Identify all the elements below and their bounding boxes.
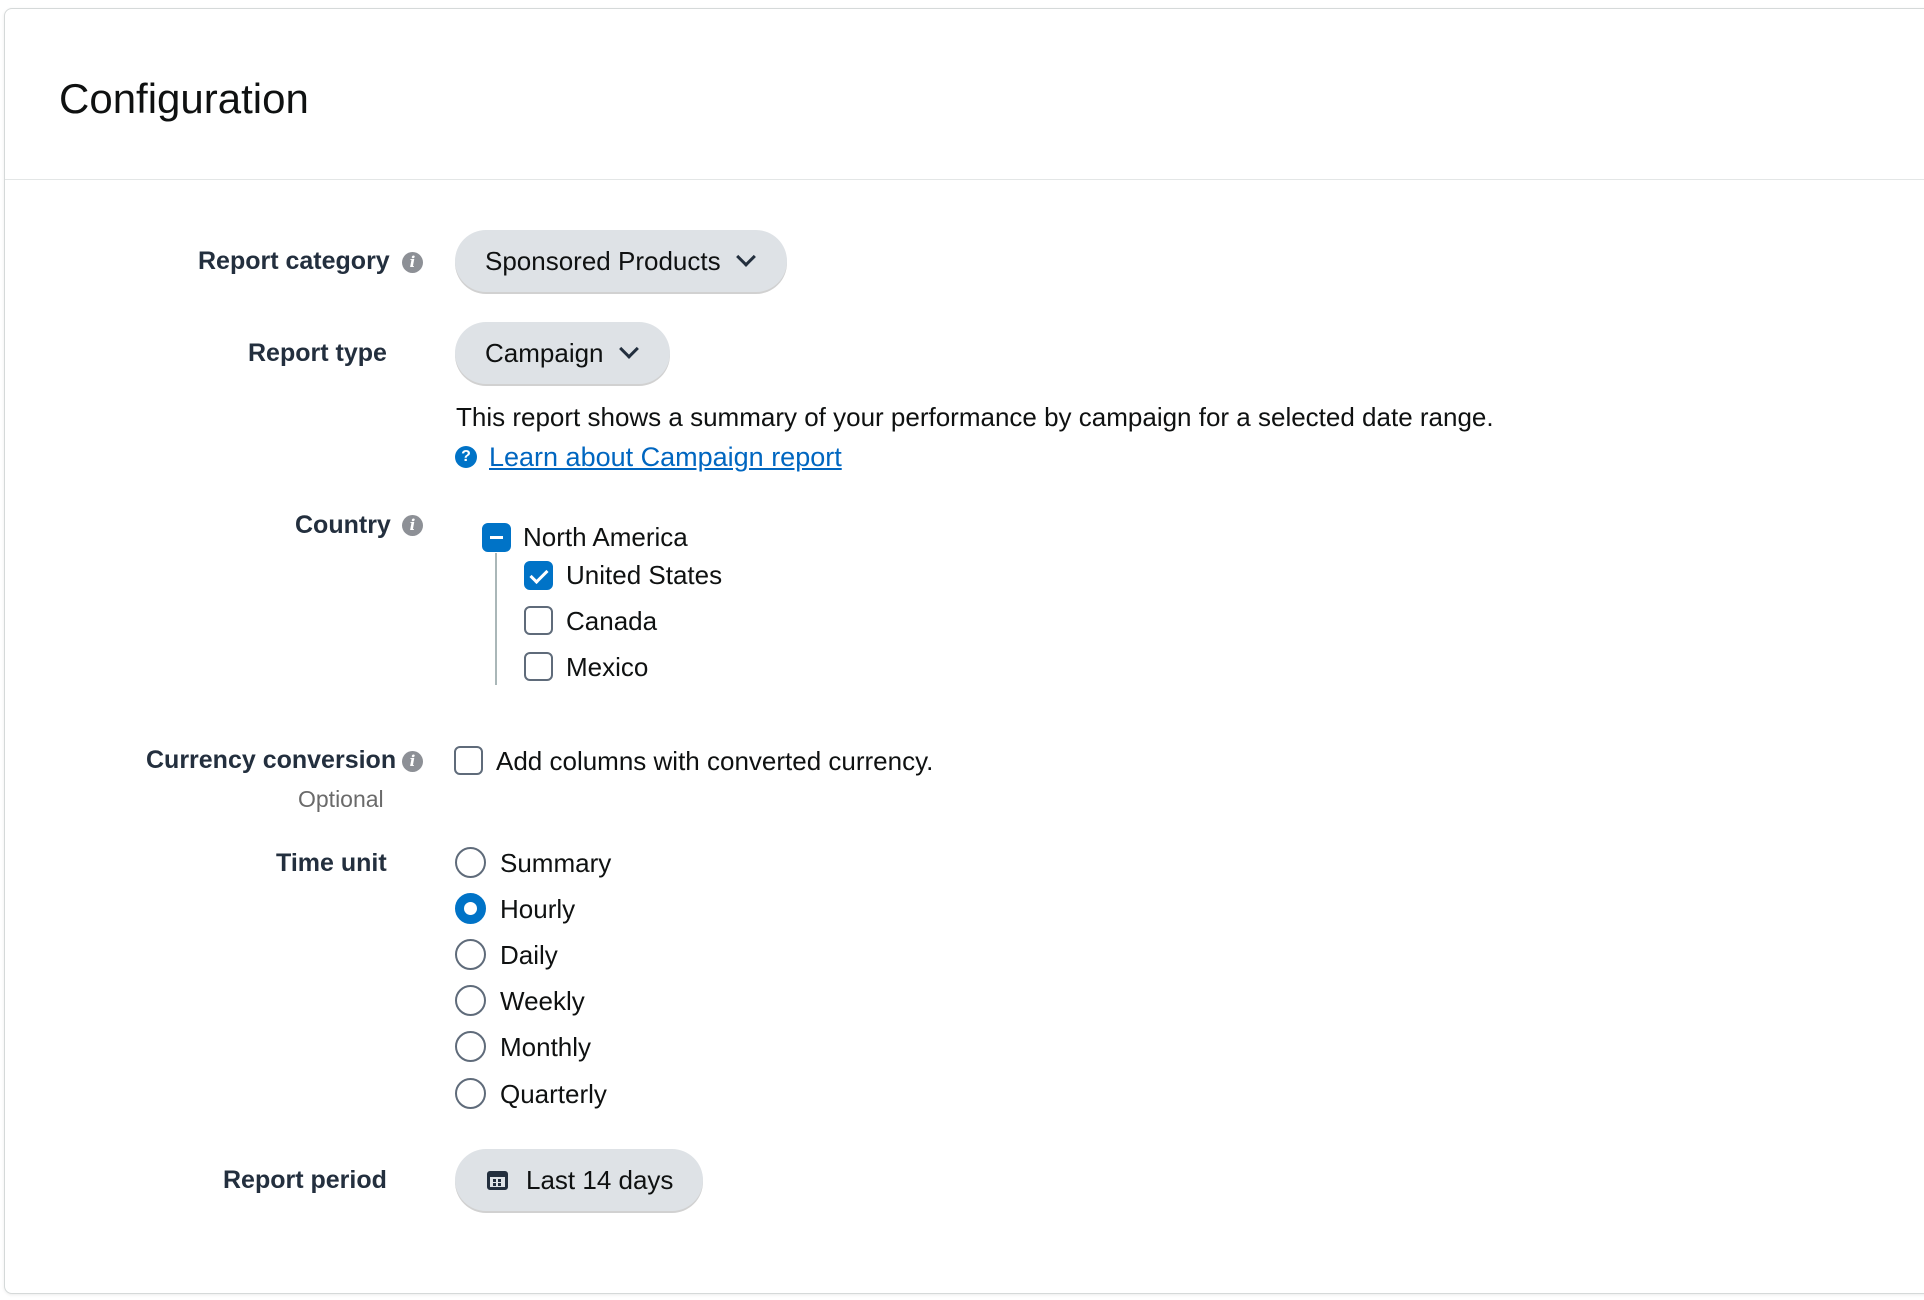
report-period-label: Report period — [223, 1166, 387, 1194]
report-type-value: Campaign — [485, 337, 604, 368]
mexico-label: Mexico — [566, 652, 649, 682]
card-header: Configuration — [5, 9, 1924, 180]
info-icon[interactable]: i — [402, 751, 423, 772]
report-category-label: Report category — [198, 247, 390, 275]
currency-conversion-label-row: Currency conversion — [146, 746, 396, 775]
currency-conversion-checkbox-label: Add columns with converted currency. — [496, 746, 934, 776]
radio-hourly-label: Hourly — [500, 894, 576, 924]
time-unit-label: Time unit — [276, 849, 387, 877]
country-label: Country — [295, 511, 391, 539]
mexico-checkbox[interactable] — [524, 652, 553, 681]
radio-monthly-label: Monthly — [500, 1032, 592, 1062]
radio-quarterly-label: Quarterly — [500, 1079, 607, 1109]
info-icon[interactable]: i — [402, 252, 423, 273]
tree-connector — [495, 553, 497, 685]
report-category-value: Sponsored Products — [485, 245, 721, 276]
configuration-card: Configuration — [4, 8, 1924, 1294]
report-type-dropdown[interactable]: Campaign — [455, 322, 670, 384]
learn-campaign-report-link[interactable]: Learn about Campaign report — [489, 442, 842, 473]
country-label-row: Country — [295, 511, 391, 540]
report-type-label-row: Report type — [248, 339, 387, 368]
chevron-down-icon — [735, 247, 756, 267]
radio-summary-label: Summary — [500, 848, 612, 878]
radio-daily[interactable] — [455, 939, 486, 970]
united-states-label: United States — [566, 560, 723, 590]
radio-weekly-label: Weekly — [500, 986, 585, 1016]
radio-quarterly[interactable] — [455, 1078, 486, 1109]
report-type-description: This report shows a summary of your perf… — [456, 402, 1494, 432]
report-type-label: Report type — [248, 339, 387, 367]
page-title: Configuration — [59, 75, 309, 122]
radio-monthly[interactable] — [455, 1031, 486, 1062]
radio-hourly[interactable] — [455, 893, 486, 924]
help-icon: ? — [455, 446, 477, 468]
radio-summary[interactable] — [455, 847, 486, 878]
time-unit-label-row: Time unit — [276, 849, 387, 878]
north-america-label: North America — [523, 522, 688, 552]
report-period-value: Last 14 days — [526, 1164, 674, 1195]
report-period-button[interactable]: Last 14 days — [455, 1149, 703, 1211]
chevron-down-icon — [618, 339, 639, 359]
calendar-icon — [487, 1170, 508, 1190]
optional-text: Optional — [298, 786, 384, 812]
united-states-checkbox[interactable] — [524, 561, 553, 590]
radio-weekly[interactable] — [455, 985, 486, 1016]
radio-daily-label: Daily — [500, 940, 558, 970]
canada-checkbox[interactable] — [524, 606, 553, 635]
currency-conversion-label: Currency conversion — [146, 746, 397, 774]
report-category-label-row: Report category — [198, 247, 390, 276]
currency-conversion-checkbox[interactable] — [454, 746, 483, 775]
canada-label: Canada — [566, 606, 658, 636]
report-period-label-row: Report period — [223, 1166, 387, 1195]
report-category-dropdown[interactable]: Sponsored Products — [455, 230, 787, 292]
info-icon[interactable]: i — [402, 515, 423, 536]
north-america-checkbox[interactable] — [482, 523, 511, 552]
